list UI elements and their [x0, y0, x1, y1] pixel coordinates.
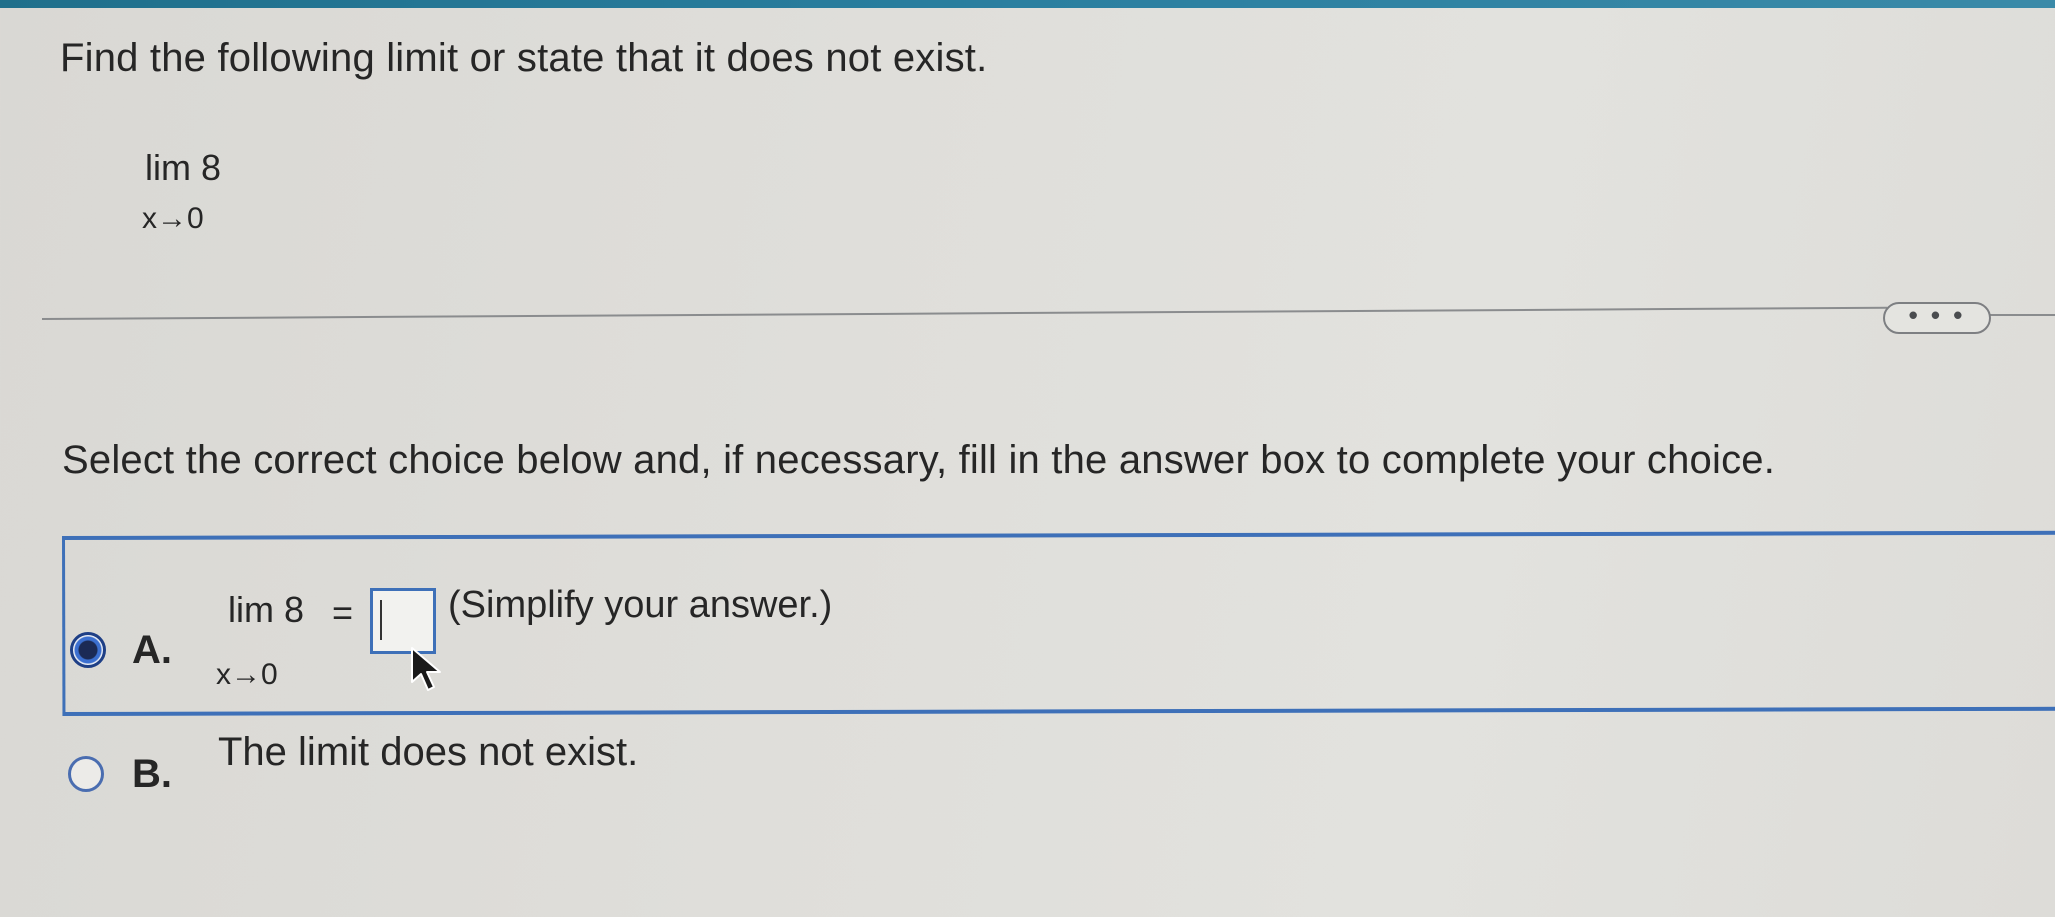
limit-expression-text: lim 8 — [145, 147, 222, 188]
choice-a-highlight-box — [62, 530, 2055, 716]
section-divider — [41, 306, 1887, 320]
choice-a-limit-expression: lim 8 x→0 — [216, 589, 305, 690]
limit-expression: lim 8 x→0 — [142, 147, 222, 235]
limit-subscript: x→0 — [142, 202, 204, 235]
choice-a-equals-sign: = — [332, 592, 354, 633]
more-options-button[interactable]: • • • — [1883, 302, 1991, 334]
choice-b-letter[interactable]: B. — [132, 752, 172, 797]
section-divider-right — [1990, 314, 2055, 316]
choice-a-hint: (Simplify your answer.) — [448, 584, 833, 626]
choice-a-limit-text: lim 8 — [228, 589, 305, 630]
choice-a-radio[interactable] — [70, 632, 106, 668]
choice-a-letter[interactable]: A. — [132, 628, 172, 673]
text-caret — [380, 600, 382, 640]
choice-a-limit-subscript: x→0 — [216, 658, 278, 691]
choice-b-text[interactable]: The limit does not exist. — [218, 730, 638, 775]
mouse-pointer-icon — [411, 647, 441, 691]
question-prompt: Find the following limit or state that i… — [60, 36, 988, 80]
top-bar — [0, 0, 2055, 8]
choice-b-radio[interactable] — [68, 756, 104, 792]
instruction-text: Select the correct choice below and, if … — [62, 438, 1776, 482]
